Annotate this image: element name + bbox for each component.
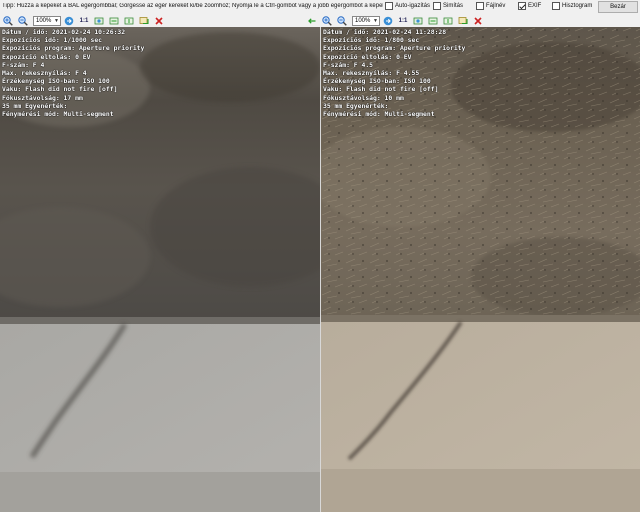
exif-line: Fókusztávolság: 10 mm xyxy=(323,93,404,102)
exif-line: Expozíciós program: Aperture priority xyxy=(2,44,145,53)
exif-line: Dátum / idő: 2021-02-24 11:28:28 xyxy=(323,28,447,36)
auto-align-option[interactable]: Auto-igazítás xyxy=(385,2,430,10)
zoom-select[interactable]: 100% ▼ xyxy=(352,15,380,26)
histogram-label: Hisztogram xyxy=(562,3,593,9)
fit-height-icon[interactable] xyxy=(443,16,453,26)
histogram-option[interactable]: Hisztogram xyxy=(552,2,592,10)
fit-width-icon[interactable] xyxy=(428,16,438,26)
arrow-left-icon[interactable] xyxy=(307,16,317,26)
smoothing-option[interactable]: Simítás xyxy=(433,2,463,10)
smoothing-label: Simítás xyxy=(443,3,464,9)
top-bar: Tipp: Húzza a képeket a BAL egérgombbal;… xyxy=(0,0,640,14)
exif-line: 35 mm Egyenérték: xyxy=(2,101,68,110)
zoom-out-icon[interactable] xyxy=(337,15,347,26)
exif-line: Fénymérési mód: Multi-segment xyxy=(2,109,114,118)
close-button[interactable]: Bezár xyxy=(598,1,638,13)
exif-line: Expozíció eltolás: 0 EV xyxy=(2,52,91,61)
one-to-one-button[interactable]: 1:1 xyxy=(79,16,89,26)
zoom-value: 100% xyxy=(36,17,52,24)
filename-checkbox[interactable] xyxy=(476,2,484,10)
right-image-pane[interactable]: Dátum / idő: 2021-02-24 11:28:28 Expozíc… xyxy=(321,27,640,512)
exif-line: Dátum / idő: 2021-02-24 10:26:32 xyxy=(2,28,126,36)
exif-line: F-szám: F 4.5 xyxy=(323,60,374,69)
exif-line: F-szám: F 4 xyxy=(2,60,45,69)
one-to-one-button[interactable]: 1:1 xyxy=(398,16,408,26)
arrow-right-icon[interactable] xyxy=(383,16,393,26)
delete-icon[interactable] xyxy=(154,16,164,26)
smoothing-checkbox[interactable] xyxy=(433,2,441,10)
filename-label: Fájlnév xyxy=(486,3,506,9)
chevron-down-icon: ▼ xyxy=(54,17,59,24)
auto-align-checkbox[interactable] xyxy=(385,2,393,10)
zoom-in-icon[interactable] xyxy=(322,15,332,26)
exif-line: Max. rekesznyílás: F 4.55 xyxy=(323,68,420,77)
exif-line: Fókusztávolság: 17 mm xyxy=(2,93,83,102)
exif-line: Vaku: Flash did not fire [off] xyxy=(2,85,118,94)
exif-line: Max. rekesznyílás: F 4 xyxy=(2,68,87,77)
zoom-in-icon[interactable] xyxy=(3,15,13,26)
exif-option[interactable]: EXIF xyxy=(518,2,541,10)
rotate-icon[interactable] xyxy=(139,16,149,26)
right-toolbar: 100% ▼ 1:1 xyxy=(307,14,488,27)
left-exif-overlay: Dátum / idő: 2021-02-24 10:26:32 Expozíc… xyxy=(2,28,144,118)
exif-line: Fénymérési mód: Multi-segment xyxy=(323,109,435,118)
zoom-out-icon[interactable] xyxy=(18,15,28,26)
delete-icon[interactable] xyxy=(473,16,483,26)
exif-line: Expozíció eltolás: 0 EV xyxy=(323,52,412,61)
exif-checkbox[interactable] xyxy=(518,2,526,10)
chevron-down-icon: ▼ xyxy=(373,17,378,24)
rotate-icon[interactable] xyxy=(458,16,468,26)
fit-icon[interactable] xyxy=(94,16,104,26)
auto-align-label: Auto-igazítás xyxy=(395,3,431,9)
tip-text: Tipp: Húzza a képeket a BAL egérgombbal;… xyxy=(2,3,383,9)
exif-line: Vaku: Flash did not fire [off] xyxy=(323,85,439,94)
fit-icon[interactable] xyxy=(413,16,423,26)
left-toolbar: 100% ▼ 1:1 xyxy=(3,14,169,27)
exif-label: EXIF xyxy=(528,3,542,9)
fit-height-icon[interactable] xyxy=(124,16,134,26)
exif-line: 35 mm Egyenérték: xyxy=(323,101,389,110)
histogram-checkbox[interactable] xyxy=(552,2,560,10)
zoom-select[interactable]: 100% ▼ xyxy=(33,15,61,26)
zoom-value: 100% xyxy=(355,17,371,24)
exif-line: Expozíciós program: Aperture priority xyxy=(323,44,466,53)
fit-width-icon[interactable] xyxy=(109,16,119,26)
left-image-pane[interactable]: Dátum / idő: 2021-02-24 10:26:32 Expozíc… xyxy=(0,27,320,512)
right-exif-overlay: Dátum / idő: 2021-02-24 11:28:28 Expozíc… xyxy=(323,28,465,118)
arrow-right-icon[interactable] xyxy=(64,16,74,26)
filename-option[interactable]: Fájlnév xyxy=(476,2,505,10)
